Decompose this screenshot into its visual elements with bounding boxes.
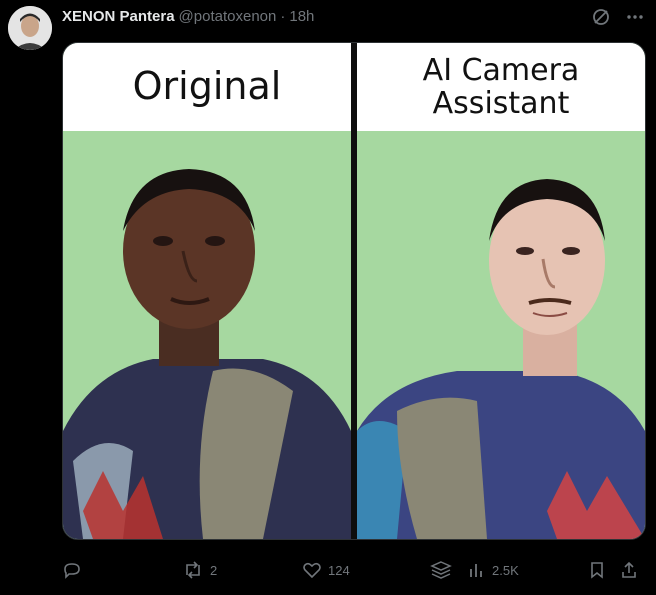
avatar[interactable] [8,6,52,50]
action-bar: 2 124 2.5K [62,556,644,584]
tweet-media[interactable]: Original AI Camera Assistant [62,42,646,540]
retweet-icon [186,561,200,579]
stack-icon [430,561,452,579]
ai-photo [357,131,645,539]
like-count: 124 [328,562,350,578]
views-count: 2.5K [492,562,519,578]
tweet-header: XENON Pantera @potatoxenon · 18h [62,6,314,26]
media-panel-original: Original [63,43,351,539]
user-handle[interactable]: @potatoxenon [179,8,277,25]
reply-button[interactable] [62,556,88,584]
media-panel-ai: AI Camera Assistant [357,43,645,539]
like-icon [303,562,321,579]
like-button[interactable]: 124 [302,556,350,584]
reply-icon [64,563,80,579]
timestamp[interactable]: 18h [289,8,314,25]
grok-stack-button[interactable] [430,556,452,584]
retweet-button[interactable]: 2 [182,556,217,584]
bookmark-button[interactable] [588,556,606,584]
share-icon [622,561,636,578]
top-right-icons [590,6,646,28]
avatar-image [8,6,52,50]
retweet-count: 2 [210,562,218,578]
views-button[interactable]: 2.5K [468,556,519,584]
grok-icon[interactable] [590,6,612,28]
separator: · [280,7,286,25]
more-icon[interactable] [624,6,646,28]
views-icon [470,564,482,577]
original-photo [63,131,351,539]
panel-label-original: Original [63,43,351,131]
tweet: XENON Pantera @potatoxenon · 18h Origina… [0,0,656,595]
bookmark-icon [591,562,603,579]
panel-label-ai: AI Camera Assistant [357,43,645,131]
display-name[interactable]: XENON Pantera [62,8,175,25]
share-button[interactable] [620,556,638,584]
